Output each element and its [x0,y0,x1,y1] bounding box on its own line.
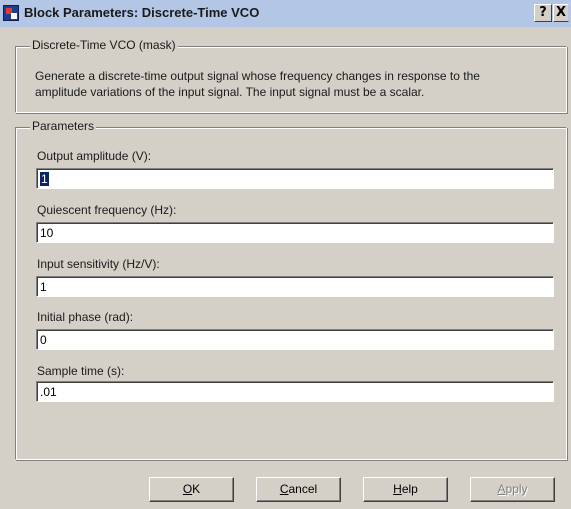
sample-time-label: Sample time (s): [37,364,125,378]
close-icon[interactable]: X [553,4,569,22]
initial-phase-label: Initial phase (rad): [37,310,134,324]
sample-time-input[interactable]: .01 [36,381,554,402]
ok-label: K [192,482,201,496]
output-amplitude-input[interactable]: 1 [36,168,554,189]
initial-phase-input[interactable]: 0 [36,329,554,350]
help-button[interactable]: Help [363,477,448,502]
input-sensitivity-label: Input sensitivity (Hz/V): [37,257,160,271]
input-sensitivity-input[interactable]: 1 [36,276,554,297]
output-amplitude-value: 1 [40,172,49,186]
title-bar[interactable]: Block Parameters: Discrete-Time VCO ? X [0,0,571,27]
help-icon[interactable]: ? [534,4,552,22]
cancel-label: ancel [288,482,318,496]
apply-button[interactable]: Apply [470,477,555,502]
help-label: elp [401,482,418,496]
apply-label: pply [505,482,528,496]
help-mnemonic: H [393,482,402,496]
block-parameters-dialog: Block Parameters: Discrete-Time VCO ? X … [0,0,571,509]
description-line-1: Generate a discrete-time output signal w… [35,69,480,83]
cancel-button[interactable]: Cancel [256,477,341,502]
output-amplitude-label: Output amplitude (V): [37,149,152,163]
description-line-2: amplitude variations of the input signal… [35,85,425,99]
quiescent-frequency-label: Quiescent frequency (Hz): [37,203,177,217]
ok-mnemonic: O [182,482,193,496]
window-title: Block Parameters: Discrete-Time VCO [24,5,260,20]
mask-description: Generate a discrete-time output signal w… [35,68,560,100]
apply-mnemonic: A [497,482,506,496]
mask-legend: Discrete-Time VCO (mask) [30,38,178,52]
quiescent-frequency-input[interactable]: 10 [36,222,554,243]
parameters-legend: Parameters [30,119,97,133]
simulink-block-icon [3,5,19,21]
ok-button[interactable]: OK [149,477,234,502]
